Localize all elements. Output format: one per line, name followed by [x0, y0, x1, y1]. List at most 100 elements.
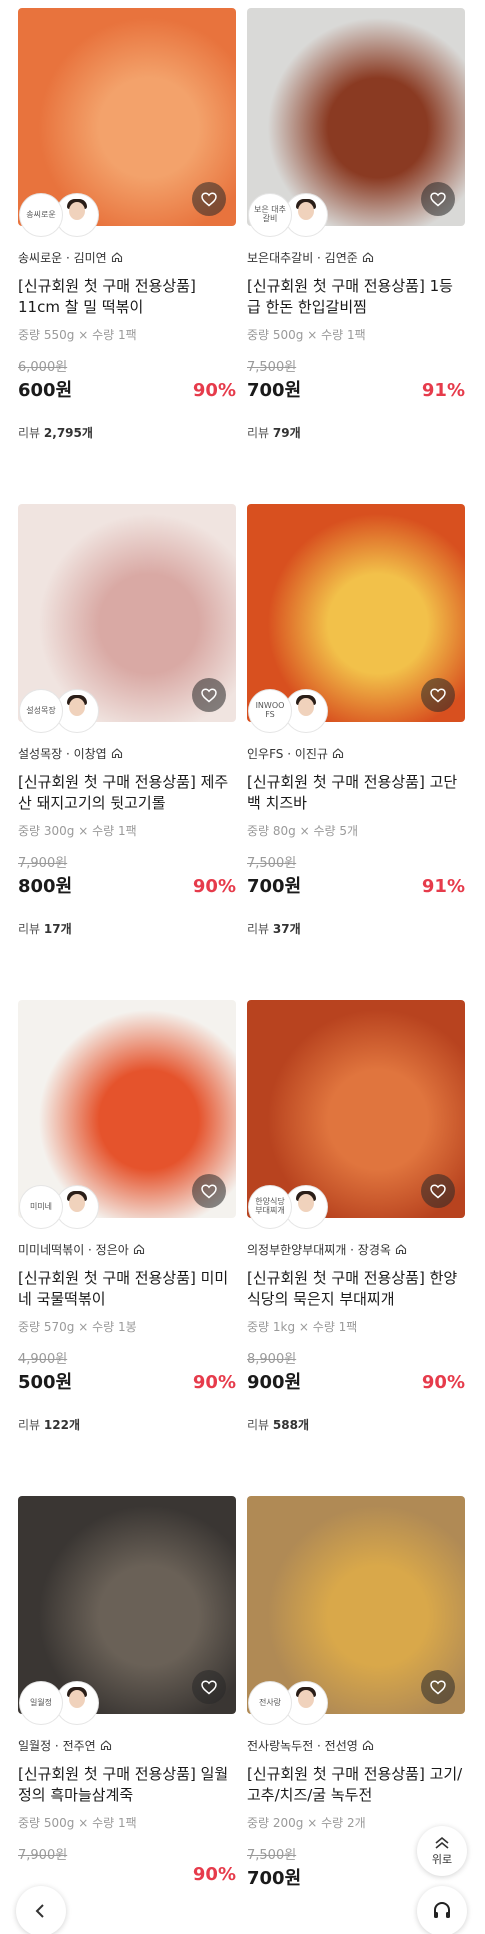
seller-name: 송씨로운 · 김미연 — [18, 250, 107, 265]
seller-name: 설성목장 · 이창엽 — [18, 746, 107, 761]
product-card[interactable]: 미미네 미미네떡볶이 · 정은아 [신규회원 첫 구매 전용상품] 미미네 국물… — [18, 1000, 236, 1432]
seller-avatar — [285, 1186, 327, 1228]
home-icon — [332, 748, 344, 759]
heart-icon — [430, 191, 446, 206]
product-card[interactable]: 송씨로운 송씨로운 · 김미연 [신규회원 첫 구매 전용상품] 11cm 찰 … — [18, 8, 236, 440]
home-icon — [111, 252, 122, 263]
brand-logo-text: 일월정 — [29, 1697, 53, 1707]
review-count: 리뷰 588개 — [247, 1416, 465, 1432]
review-label: 리뷰 — [247, 922, 270, 936]
brand-logo-text: 송씨로운 — [26, 209, 56, 219]
original-price: 6,000원 — [18, 360, 68, 375]
product-title[interactable]: [신규회원 첫 구매 전용상품] 미미네 국물떡볶이 — [18, 1268, 236, 1310]
brand-logo: 보은 대추 갈비 — [249, 194, 291, 236]
product-card[interactable]: 보은 대추 갈비 보은대추갈비 · 김연준 [신규회원 첫 구매 전용상품] 1… — [247, 8, 465, 440]
brand-logo: 한양식당 부대찌개 — [249, 1186, 291, 1228]
product-card[interactable]: 한양식당 부대찌개 의정부한양부대찌개 · 장경옥 [신규회원 첫 구매 전용상… — [247, 1000, 465, 1432]
home-icon — [133, 1244, 144, 1255]
heart-icon — [430, 1679, 446, 1694]
review-count: 리뷰 2,795개 — [18, 424, 236, 440]
seller-line[interactable]: 의정부한양부대찌개 · 장경옥 — [247, 1240, 465, 1258]
seller-avatars[interactable]: INWOO FS — [249, 690, 339, 734]
review-value: 79개 — [272, 426, 301, 440]
review-value: 37개 — [272, 922, 301, 936]
product-title[interactable]: [신규회원 첫 구매 전용상품] 11cm 찰 밀 떡볶이 — [18, 276, 236, 318]
seller-line[interactable]: 미미네떡볶이 · 정은아 — [18, 1240, 236, 1258]
seller-avatars[interactable]: 일월정 — [20, 1682, 110, 1726]
scroll-top-label: 위로 — [431, 1852, 453, 1866]
seller-name: 전사랑녹두전 · 전선영 — [247, 1738, 358, 1753]
brand-logo: 전사랑 — [249, 1682, 291, 1724]
price-row: 90% — [18, 1864, 236, 1888]
sale-price: 500원 — [18, 1372, 73, 1393]
product-title[interactable]: [신규회원 첫 구매 전용상품] 일월정의 흑마늘삼계죽 — [18, 1764, 236, 1806]
wishlist-button[interactable] — [421, 1174, 455, 1208]
seller-line[interactable]: 전사랑녹두전 · 전선영 — [247, 1736, 465, 1754]
review-value: 17개 — [43, 922, 72, 936]
brand-logo-text: 미미네 — [29, 1201, 53, 1211]
seller-name: 인우FS · 이진규 — [247, 746, 328, 761]
review-label: 리뷰 — [18, 426, 41, 440]
original-price: 7,900원 — [18, 856, 68, 871]
product-spec: 중량 500g × 수량 1팩 — [247, 328, 366, 342]
discount-rate: 90% — [421, 1372, 465, 1393]
discount-rate: 90% — [192, 1864, 236, 1885]
price-row: 700원 91% — [247, 376, 465, 401]
brand-logo: 송씨로운 — [20, 194, 62, 236]
seller-name: 미미네떡볶이 · 정은아 — [18, 1242, 129, 1257]
heart-icon — [430, 1183, 446, 1198]
price-row: 600원 90% — [18, 376, 236, 401]
product-title[interactable]: [신규회원 첫 구매 전용상품] 고기/고추/치즈/굴 녹두전 — [247, 1764, 465, 1806]
seller-avatar — [285, 194, 327, 236]
seller-name: 보은대추갈비 · 김연준 — [247, 250, 358, 265]
seller-line[interactable]: 설성목장 · 이창엽 — [18, 744, 236, 762]
seller-avatars[interactable]: 미미네 — [20, 1186, 110, 1230]
review-value: 2,795개 — [43, 426, 93, 440]
price-row: 900원 90% — [247, 1368, 465, 1393]
brand-logo-text: 보은 대추 갈비 — [254, 205, 286, 223]
wishlist-button[interactable] — [192, 1670, 226, 1704]
home-icon — [362, 252, 373, 263]
review-value: 588개 — [272, 1418, 310, 1432]
product-card[interactable]: 설성목장 설성목장 · 이창엽 [신규회원 첫 구매 전용상품] 제주산 돼지고… — [18, 504, 236, 936]
review-label: 리뷰 — [247, 426, 270, 440]
sale-price: 600원 — [18, 380, 73, 401]
review-label: 리뷰 — [18, 1418, 41, 1432]
product-title[interactable]: [신규회원 첫 구매 전용상품] 한양식당의 묵은지 부대찌개 — [247, 1268, 465, 1310]
brand-logo: INWOO FS — [249, 690, 291, 732]
wishlist-button[interactable] — [421, 182, 455, 216]
heart-icon — [201, 191, 217, 206]
home-icon — [100, 1740, 111, 1751]
scroll-top-button[interactable]: 위로 — [417, 1826, 467, 1876]
product-card[interactable]: INWOO FS 인우FS · 이진규 [신규회원 첫 구매 전용상품] 고단백… — [247, 504, 465, 936]
seller-line[interactable]: 인우FS · 이진규 — [247, 744, 465, 762]
seller-avatars[interactable]: 송씨로운 — [20, 194, 110, 238]
customer-service-button[interactable] — [417, 1886, 467, 1934]
product-title[interactable]: [신규회원 첫 구매 전용상품] 제주산 돼지고기의 뒷고기롤 — [18, 772, 236, 814]
back-button[interactable] — [16, 1886, 66, 1934]
seller-avatars[interactable]: 전사랑 — [249, 1682, 339, 1726]
seller-avatars[interactable]: 설성목장 — [20, 690, 110, 734]
discount-rate: 90% — [192, 876, 236, 897]
seller-line[interactable]: 송씨로운 · 김미연 — [18, 248, 236, 266]
original-price: 8,900원 — [247, 1352, 297, 1367]
seller-line[interactable]: 보은대추갈비 · 김연준 — [247, 248, 465, 266]
wishlist-button[interactable] — [421, 678, 455, 712]
product-card[interactable]: 일월정 일월정 · 전주연 [신규회원 첫 구매 전용상품] 일월정의 흑마늘삼… — [18, 1496, 236, 1928]
wishlist-button[interactable] — [192, 678, 226, 712]
product-title[interactable]: [신규회원 첫 구매 전용상품] 고단백 치즈바 — [247, 772, 465, 814]
product-spec: 중량 80g × 수량 5개 — [247, 824, 359, 838]
brand-logo-text: 설성목장 — [26, 705, 56, 715]
wishlist-button[interactable] — [192, 182, 226, 216]
original-price: 7,500원 — [247, 360, 297, 375]
product-title[interactable]: [신규회원 첫 구매 전용상품] 1등급 한돈 한입갈비찜 — [247, 276, 465, 318]
seller-line[interactable]: 일월정 · 전주연 — [18, 1736, 236, 1754]
product-spec: 중량 570g × 수량 1봉 — [18, 1320, 137, 1334]
seller-avatars[interactable]: 보은 대추 갈비 — [249, 194, 339, 238]
wishlist-button[interactable] — [421, 1670, 455, 1704]
product-spec: 중량 550g × 수량 1팩 — [18, 328, 137, 342]
seller-avatars[interactable]: 한양식당 부대찌개 — [249, 1186, 339, 1230]
wishlist-button[interactable] — [192, 1174, 226, 1208]
product-spec: 중량 300g × 수량 1팩 — [18, 824, 137, 838]
home-icon — [111, 748, 122, 759]
